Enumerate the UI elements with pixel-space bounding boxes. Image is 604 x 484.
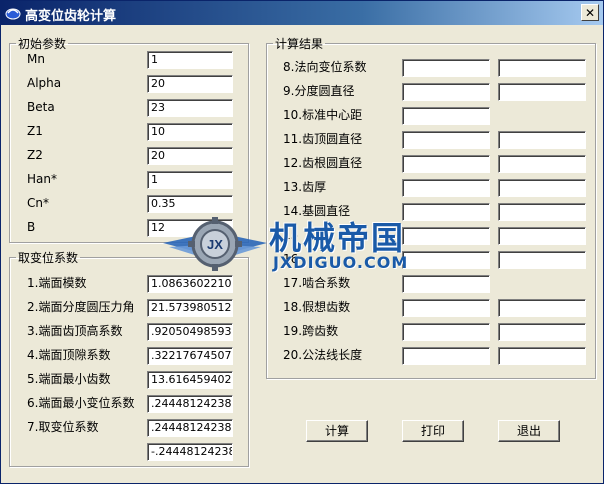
shift-coeff-label: 5.端面最小齿数 xyxy=(27,372,111,386)
result-value-2-field[interactable] xyxy=(498,227,586,245)
initial-param-field[interactable]: 0.35 xyxy=(147,195,233,213)
shift-coeff-field[interactable]: 1.086360221049 xyxy=(147,275,233,293)
result-value-1-field[interactable] xyxy=(402,131,490,149)
title-bar[interactable]: 高变位齿轮计算 ✕ xyxy=(1,1,603,25)
initial-param-label: Z1 xyxy=(27,124,43,138)
initial-param-label: Cn* xyxy=(27,196,49,210)
result-value-1-field[interactable] xyxy=(402,107,490,125)
main-window: 高变位齿轮计算 ✕ 初始参数 Mn 1 Alpha 20 Beta 23 Z1 10 Z2 20 H… xyxy=(0,0,604,484)
calc-button[interactable]: 计算 xyxy=(306,420,368,442)
result-label: 15 xyxy=(283,228,299,242)
initial-param-label: Mn xyxy=(27,52,45,66)
result-label: 20.公法线长度 xyxy=(283,348,363,362)
initial-params-legend: 初始参数 xyxy=(18,37,67,51)
initial-param-field[interactable]: 10 xyxy=(147,123,233,141)
initial-param-label: Beta xyxy=(27,100,55,114)
close-button[interactable]: ✕ xyxy=(581,4,599,21)
shift-coeff-extra-field[interactable]: -.24448124238160 xyxy=(147,443,233,461)
result-value-2-field[interactable] xyxy=(498,179,586,197)
result-value-1-field[interactable] xyxy=(402,299,490,317)
result-label: 16 xyxy=(283,252,299,266)
result-label: 17.啮合系数 xyxy=(283,276,351,290)
shift-coeff-label: 6.端面最小变位系数 xyxy=(27,396,135,410)
initial-param-field[interactable]: 20 xyxy=(147,75,233,93)
result-label: 12.齿根圆直径 xyxy=(283,156,363,170)
result-value-2-field[interactable] xyxy=(498,131,586,149)
result-value-1-field[interactable] xyxy=(402,275,490,293)
shift-coeff-label: 4.端面顶隙系数 xyxy=(27,348,111,362)
shift-coeff-label: 2.端面分度圆压力角 xyxy=(27,300,135,314)
initial-param-field[interactable]: 12 xyxy=(147,219,233,237)
result-label: 19.跨齿数 xyxy=(283,324,339,338)
shift-coeff-label: 3.端面齿顶高系数 xyxy=(27,324,123,338)
initial-param-field[interactable]: 1 xyxy=(147,51,233,69)
results-legend: 计算结果 xyxy=(275,37,324,51)
window-title: 高变位齿轮计算 xyxy=(25,9,117,24)
shift-coeff-field[interactable]: .24448124238160 xyxy=(147,395,233,413)
shift-coeff-label: 7.取变位系数 xyxy=(27,420,99,434)
result-value-2-field[interactable] xyxy=(498,347,586,365)
result-value-2-field[interactable] xyxy=(498,299,586,317)
result-value-1-field[interactable] xyxy=(402,179,490,197)
result-value-1-field[interactable] xyxy=(402,83,490,101)
initial-param-label: Alpha xyxy=(27,76,62,90)
result-value-1-field[interactable] xyxy=(402,323,490,341)
result-label: 10.标准中心距 xyxy=(283,108,363,122)
initial-param-label: B xyxy=(27,220,36,234)
shift-coeff-label: 1.端面模数 xyxy=(27,276,87,290)
app-icon xyxy=(5,8,21,20)
result-value-2-field[interactable] xyxy=(498,323,586,341)
shift-coeff-field[interactable]: 21.573980512760 xyxy=(147,299,233,317)
shift-coeff-field[interactable]: 13.61645940267 xyxy=(147,371,233,389)
result-label: 18.假想齿数 xyxy=(283,300,351,314)
initial-param-field[interactable]: 23 xyxy=(147,99,233,117)
shift-coeff-field[interactable]: .92050498593750 xyxy=(147,323,233,341)
result-label: 8.法向变位系数 xyxy=(283,60,367,74)
result-value-1-field[interactable] xyxy=(402,251,490,269)
result-value-1-field[interactable] xyxy=(402,227,490,245)
result-value-2-field[interactable] xyxy=(498,203,586,221)
result-value-2-field[interactable] xyxy=(498,155,586,173)
initial-param-label: Z2 xyxy=(27,148,43,162)
result-value-1-field[interactable] xyxy=(402,203,490,221)
result-label: 11.齿顶圆直径 xyxy=(283,132,363,146)
result-value-1-field[interactable] xyxy=(402,59,490,77)
close-icon: ✕ xyxy=(584,5,596,20)
result-value-2-field[interactable] xyxy=(498,59,586,77)
result-label: 14.基圆直径 xyxy=(283,204,351,218)
shift-coeff-legend: 取变位系数 xyxy=(18,251,79,265)
result-label: 13.齿厚 xyxy=(283,180,327,194)
result-value-2-field[interactable] xyxy=(498,83,586,101)
initial-param-label: Han* xyxy=(27,172,57,186)
print-button[interactable]: 打印 xyxy=(402,420,464,442)
result-label: 9.分度圆直径 xyxy=(283,84,355,98)
initial-param-field[interactable]: 1 xyxy=(147,171,233,189)
result-value-1-field[interactable] xyxy=(402,155,490,173)
initial-param-field[interactable]: 20 xyxy=(147,147,233,165)
shift-coeff-field[interactable]: .32217674507810 xyxy=(147,347,233,365)
exit-button[interactable]: 退出 xyxy=(498,420,560,442)
result-value-1-field[interactable] xyxy=(402,347,490,365)
shift-coeff-field[interactable]: .24448124238160 xyxy=(147,419,233,437)
result-value-2-field[interactable] xyxy=(498,251,586,269)
